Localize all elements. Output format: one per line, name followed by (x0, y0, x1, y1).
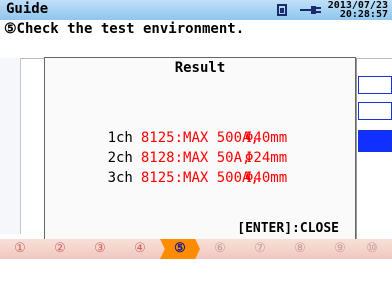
step-bar: ① ② ③ ④ ⑤ ⑥ ⑦ ⑧ ⑨ ⑩ (0, 239, 392, 259)
date-time: 2013/07/23 20:28:57 (328, 1, 388, 20)
side-button-3[interactable] (358, 130, 392, 152)
instruction-text: ⑤Check the test environment. (4, 21, 245, 37)
step-7[interactable]: ⑦ (240, 239, 280, 259)
result-row: 3ch 8125:MAX 500A, Φ40mm (57, 154, 288, 202)
side-button-1[interactable] (358, 76, 392, 94)
left-side-panel (0, 58, 21, 234)
sensor-info: 8125:MAX 500A, (140, 170, 259, 186)
title-bar: Guide 2013/07/23 20:28:57 (0, 0, 392, 20)
step-6[interactable]: ⑥ (200, 239, 240, 259)
side-button-2[interactable] (358, 102, 392, 120)
step-8[interactable]: ⑧ (280, 239, 320, 259)
screen-title: Guide (6, 1, 49, 17)
dialog-title: Result (174, 60, 226, 76)
time: 20:28:57 (339, 9, 388, 20)
step-3[interactable]: ③ (80, 239, 120, 259)
guide-screen: Guide 2013/07/23 20:28:57 ⑤Check the tes… (0, 0, 392, 283)
battery-icon (277, 4, 287, 16)
sensor-diameter: Φ40mm (245, 170, 288, 186)
step-10[interactable]: ⑩ (352, 239, 392, 259)
close-button[interactable]: [ENTER]:CLOSE (237, 221, 339, 236)
step-5-active[interactable]: ⑤ (160, 239, 200, 259)
ac-plug-icon (300, 6, 321, 14)
step-1[interactable]: ① (0, 239, 40, 259)
step-4[interactable]: ④ (120, 239, 160, 259)
result-dialog: Result 1ch 8125:MAX 500A, Φ40mm 2ch 8128:MA… (44, 57, 356, 242)
sensor-diameter: Φ40mm (245, 130, 288, 146)
channel-label: 3ch (107, 170, 133, 186)
step-2[interactable]: ② (40, 239, 80, 259)
